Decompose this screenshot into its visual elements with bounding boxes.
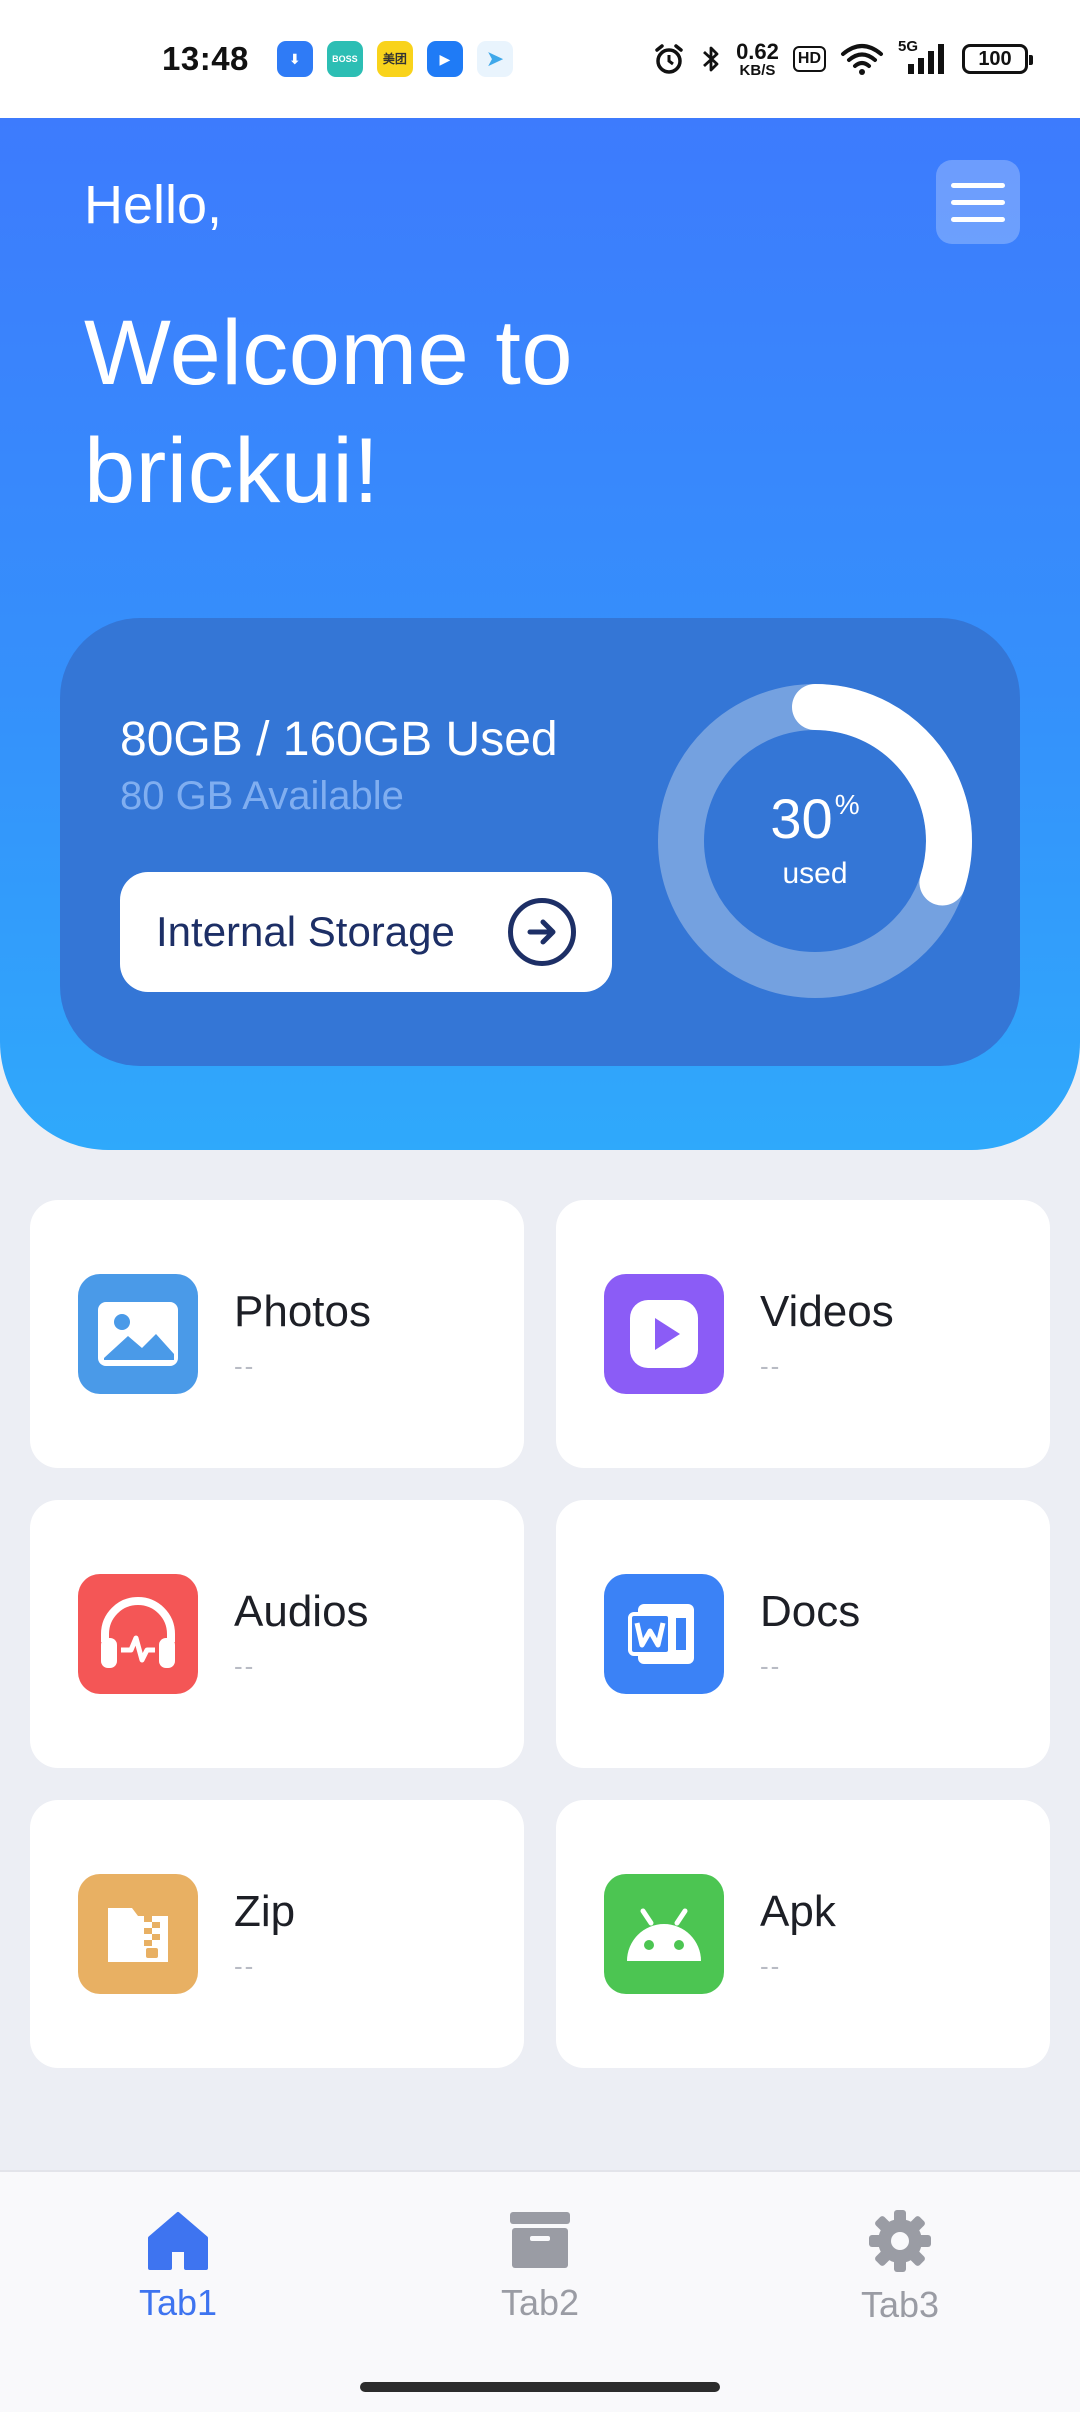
category-title: Photos (234, 1286, 371, 1336)
tab-label: Tab2 (500, 2282, 580, 2323)
home-indicator[interactable] (360, 2382, 720, 2392)
tab-label: Tab3 (860, 2284, 940, 2325)
category-card-videos[interactable]: Videos -- (556, 1200, 1050, 1468)
category-card-zip[interactable]: Zip -- (30, 1800, 524, 2068)
category-card-apk[interactable]: Apk -- (556, 1800, 1050, 2068)
category-subtitle: -- (760, 1650, 782, 1681)
internal-storage-button[interactable]: Internal Storage (120, 872, 612, 992)
tab-3[interactable]: Tab3 (780, 2208, 1020, 2326)
cellular-signal: 5G (898, 38, 948, 76)
category-subtitle: -- (760, 1950, 782, 1981)
category-title: Zip (234, 1886, 296, 1936)
tab-label: Tab1 (138, 2282, 218, 2323)
internal-storage-label: Internal Storage (156, 908, 455, 955)
notification-icons: ⬇ BOSS 美团 ▶ ➤ (276, 41, 513, 77)
image-icon (78, 1274, 198, 1394)
home-icon (148, 2212, 208, 2270)
battery-icon: 100 (962, 44, 1033, 74)
category-card-photos[interactable]: Photos -- (30, 1200, 524, 1468)
tab-2[interactable]: Tab2 (420, 2208, 660, 2324)
meituan-app-icon: 美团 (376, 41, 413, 77)
usage-percent-symbol: % (834, 789, 860, 820)
category-subtitle: -- (760, 1350, 782, 1381)
map-app-icon: ▶ (426, 41, 463, 77)
category-card-docs[interactable]: Docs -- (556, 1500, 1050, 1768)
gear-icon (869, 2210, 931, 2272)
zip-folder-icon (78, 1874, 198, 1994)
storage-used-summary: 80GB / 160GB Used (120, 713, 558, 766)
category-subtitle: -- (234, 1950, 256, 1981)
headphones-icon (78, 1574, 198, 1694)
word-doc-icon (604, 1574, 724, 1694)
category-title: Apk (760, 1886, 836, 1936)
storage-card: 80GB / 160GB Used 80 GB Available Intern… (60, 618, 1020, 1066)
menu-button[interactable] (936, 160, 1020, 244)
network-type-label: 5G (898, 38, 919, 55)
boss-app-icon: BOSS (326, 41, 363, 77)
net-speed-value: 0.62 (736, 38, 779, 64)
greeting-text: Hello, (84, 175, 223, 235)
hd-badge: HD (792, 46, 826, 72)
hamburger-menu-icon (951, 182, 1005, 188)
category-card-audios[interactable]: Audios -- (30, 1500, 524, 1768)
storage-available: 80 GB Available (120, 774, 404, 818)
net-speed: 0.62 KB/S (736, 38, 779, 79)
category-title: Docs (760, 1586, 861, 1636)
bottom-navigation: Tab1 Tab2 Tab3 (0, 2170, 1080, 2412)
archive-box-icon (510, 2212, 570, 2268)
wifi-icon (841, 44, 883, 75)
category-subtitle: -- (234, 1350, 256, 1381)
category-title: Videos (760, 1286, 894, 1336)
usage-percent-label: used (782, 857, 848, 890)
hero-header: Hello, Welcome to brickui! 80GB / 160GB … (0, 118, 1080, 1150)
welcome-heading: Welcome to brickui! (84, 302, 574, 522)
android-icon (604, 1874, 724, 1994)
status-time: 13:48 (162, 40, 249, 77)
net-speed-unit: KB/S (739, 61, 776, 79)
category-subtitle: -- (234, 1650, 256, 1681)
category-title: Audios (234, 1586, 369, 1636)
telegram-app-icon: ➤ (476, 41, 513, 77)
category-grid: Photos -- Videos -- Audios -- Docs -- Zi… (30, 1200, 1050, 2068)
bluetooth-icon (703, 46, 719, 72)
play-icon (604, 1274, 724, 1394)
download-app-icon: ⬇ (276, 41, 313, 77)
system-status-icons: 0.62 KB/S HD 5G 100 (652, 38, 1033, 79)
tab-1[interactable]: Tab1 (58, 2208, 298, 2324)
alarm-icon (655, 44, 683, 74)
usage-percent-value: 30 (770, 787, 833, 850)
arrow-right-circle-icon (508, 898, 576, 966)
usage-percent: 30% (770, 791, 859, 847)
status-bar: 13:48 ⬇ BOSS 美团 ▶ ➤ 0.62 KB/S HD 5G 100 (0, 0, 1080, 118)
usage-ring-center: 30% used (656, 682, 974, 1000)
